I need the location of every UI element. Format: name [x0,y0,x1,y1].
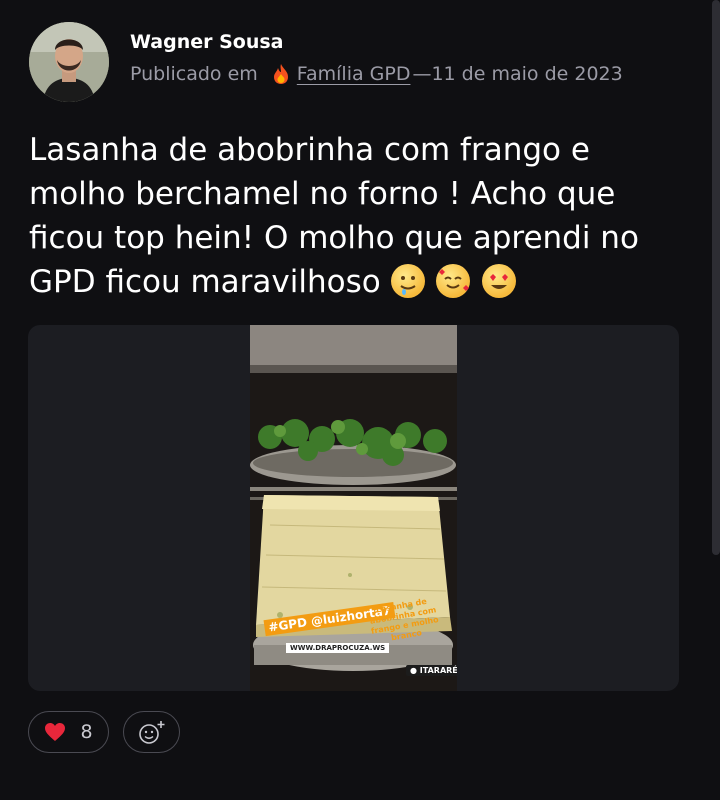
sticker-site: WWW.DRAPROCUZA.WS [286,643,390,653]
add-reaction-button[interactable] [123,711,180,753]
post-date: 11 de maio de 2023 [431,63,623,85]
avatar-photo [29,22,109,102]
scrollbar[interactable] [712,0,720,555]
like-button[interactable]: 8 [28,711,109,753]
published-prefix: Publicado em [130,63,258,85]
post-photo[interactable]: #GPD @luizhorta7 Lasanha de abobrinha co… [250,325,457,691]
community-name: Família GPD [296,63,411,85]
author-avatar[interactable] [29,22,109,102]
community-link[interactable]: Família GPD [272,63,411,85]
location-name: ITARARÉ [419,666,457,675]
heart-icon [45,723,66,741]
smiling-face-with-hearts-icon [436,264,471,298]
heart-eyes-face-icon [482,264,517,298]
like-count: 8 [80,721,93,743]
post-media[interactable]: #GPD @luizhorta7 Lasanha de abobrinha co… [28,325,679,691]
post-card: Wagner Sousa Publicado em Família GPD — … [0,0,720,800]
post-meta: Publicado em Família GPD — 11 de maio de… [130,63,623,85]
drooling-face-icon [390,264,425,298]
post-body: Lasanha de abobrinha com frango e molho … [29,132,639,300]
location-pin-icon: ● [410,666,417,675]
location-tag: ● ITARARÉ [406,665,457,676]
date-separator: — [412,63,432,85]
add-reaction-icon [138,721,164,744]
post-text: Lasanha de abobrinha com frango e molho … [29,128,689,304]
author-name[interactable]: Wagner Sousa [130,31,284,53]
fire-icon [273,64,288,84]
